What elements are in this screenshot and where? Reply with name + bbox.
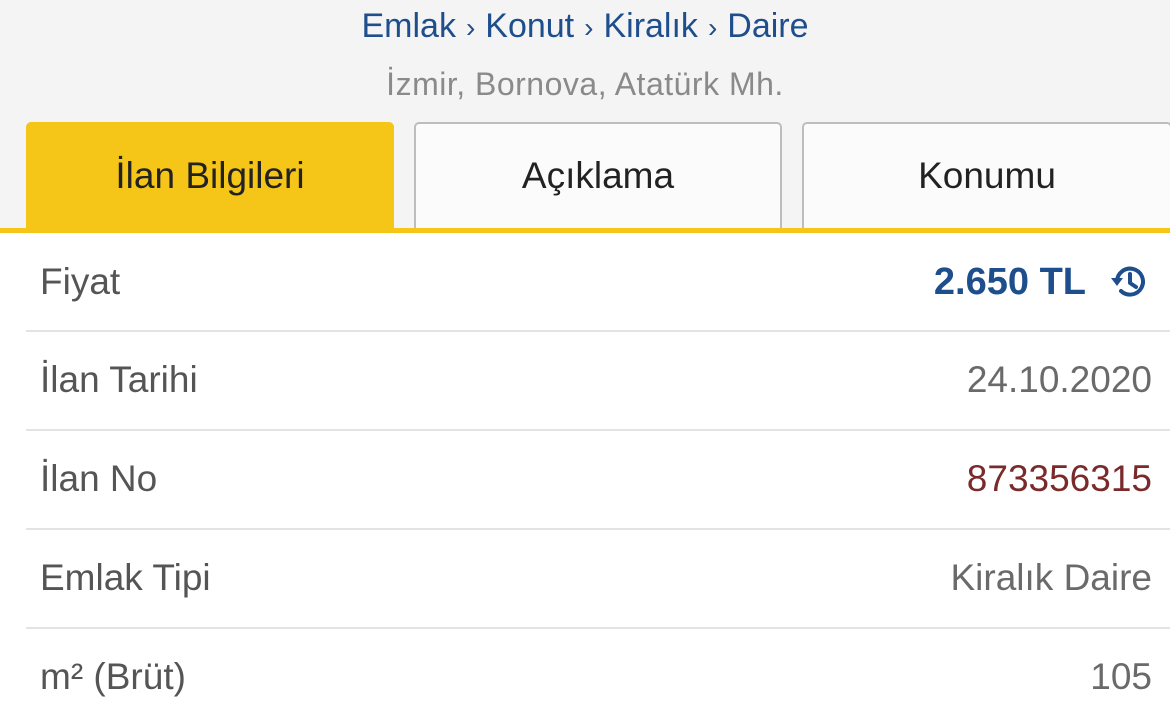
detail-row-listing-date: İlan Tarihi 24.10.2020 (0, 331, 1170, 429)
detail-row-gross-area: m² (Brüt) 105 (0, 628, 1170, 709)
gross-area-label: m² (Brüt) (40, 656, 186, 697)
detail-row-property-type: Emlak Tipi Kiralık Daire (0, 529, 1170, 627)
breadcrumb-separator-icon: › (584, 12, 594, 43)
detail-row-listing-no: İlan No 873356315 (0, 430, 1170, 528)
detail-row-price: Fiyat 2.650 TL (0, 233, 1170, 331)
listing-no-value: 873356315 (966, 458, 1152, 499)
listing-date-label: İlan Tarihi (40, 359, 198, 400)
tab-ilan-bilgileri[interactable]: İlan Bilgileri (26, 122, 394, 228)
listing-date-value: 24.10.2020 (966, 359, 1152, 400)
tab-aciklama[interactable]: Açıklama (414, 122, 782, 228)
header: Emlak › Konut › Kiralık › Daire İzmir, Bornova… (0, 0, 1170, 124)
gross-area-value: 105 (1090, 656, 1152, 697)
tab-label: Konumu (918, 155, 1056, 196)
property-type-label: Emlak Tipi (40, 557, 211, 598)
tab-bar: İlan Bilgileri Açıklama Konumu (0, 122, 1170, 230)
tab-konumu[interactable]: Konumu (802, 122, 1170, 228)
tab-label: Açıklama (521, 155, 675, 196)
price-value-container[interactable]: 2.650 TL (934, 260, 1152, 304)
price-label: Fiyat (40, 261, 121, 302)
breadcrumb-separator-icon: › (707, 12, 718, 43)
location-text: İzmir, Bornova, Atatürk Mh. (386, 66, 784, 102)
property-type-value: Kiralık Daire (950, 557, 1153, 598)
breadcrumb-item-kiralik[interactable]: Kiralık (603, 7, 697, 45)
price-history-icon[interactable] (1108, 260, 1152, 304)
breadcrumb-separator-icon: › (465, 12, 476, 43)
breadcrumb-item-emlak[interactable]: Emlak (361, 7, 455, 45)
breadcrumb: Emlak › Konut › Kiralık › Daire (0, 6, 1170, 48)
tab-label: İlan Bilgileri (115, 155, 305, 196)
price-value: 2.650 TL (933, 260, 1086, 303)
breadcrumb-item-daire[interactable]: Daire (727, 7, 808, 45)
details-list: Fiyat 2.650 TL İlan Tarihi 24.10.2020 İl… (0, 233, 1170, 709)
listing-no-label: İlan No (40, 458, 158, 499)
breadcrumb-item-konut[interactable]: Konut (485, 7, 574, 45)
